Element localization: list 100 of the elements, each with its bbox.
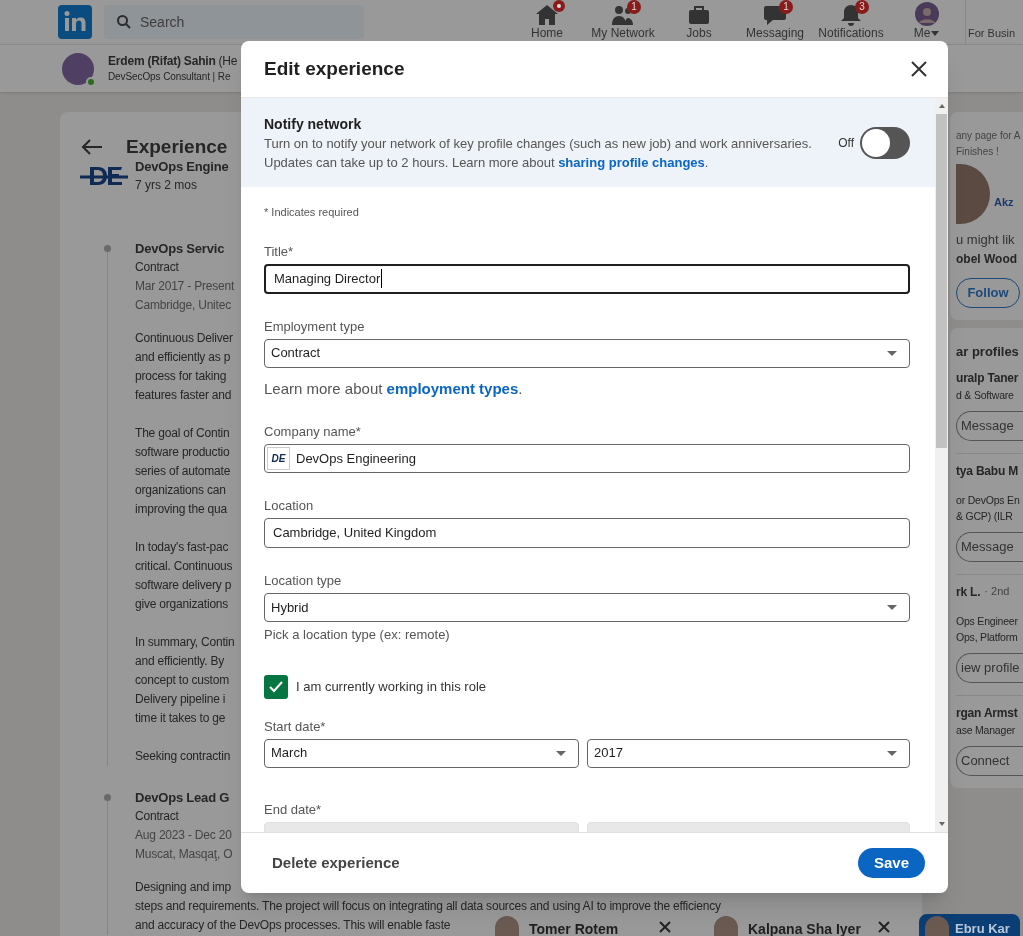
checkmark-icon bbox=[269, 680, 283, 693]
employment-type: Contract bbox=[135, 259, 179, 276]
back-arrow-icon[interactable] bbox=[80, 137, 104, 157]
save-button[interactable]: Save bbox=[857, 848, 925, 878]
company-logo-text: Akz bbox=[994, 194, 1014, 210]
profile-name: rgan Armst bbox=[956, 705, 1018, 722]
profile-name: uralp Taner bbox=[956, 370, 1019, 387]
home-icon bbox=[535, 4, 559, 26]
duration: 7 yrs 2 mos bbox=[135, 177, 198, 194]
role-location: Cambridge, Unitec bbox=[135, 297, 231, 314]
dropdown-caret-icon bbox=[887, 350, 897, 356]
dropdown-field[interactable]: Contract bbox=[264, 338, 910, 368]
close-icon[interactable] bbox=[877, 920, 891, 934]
notify-title: Notify network bbox=[264, 114, 363, 134]
description-line: software delivery p bbox=[135, 577, 232, 594]
description-line: Delivery pipeline i bbox=[135, 691, 226, 708]
chat-name: Ebru Kar bbox=[955, 920, 1010, 936]
description-line: and accuracy of the DevOps processes. This will enable faste bbox=[135, 917, 451, 934]
company-logo: DE bbox=[267, 447, 290, 470]
nav-item[interactable]: Home bbox=[509, 0, 585, 44]
dropdown-caret-icon bbox=[887, 750, 897, 756]
notification-badge: 3 bbox=[855, 0, 869, 14]
nav-item[interactable]: Notifications 3 bbox=[813, 0, 889, 44]
description-line: In summary, Contin bbox=[135, 634, 235, 651]
search-icon bbox=[116, 14, 132, 30]
search-field[interactable]: Search bbox=[104, 5, 364, 39]
role-location: Muscat, Masqaţ, O bbox=[135, 846, 233, 863]
description-line: and efficiently as p bbox=[135, 349, 231, 366]
scrollbar[interactable] bbox=[935, 98, 948, 832]
hint-text: Pick a location type (ex: remote) bbox=[264, 626, 451, 644]
chat-tab[interactable]: Ebru Kar bbox=[919, 914, 1020, 936]
description-line: and efficiently. By bbox=[135, 653, 225, 670]
field-label: Company name* bbox=[264, 423, 362, 441]
nav-item[interactable]: Jobs bbox=[661, 0, 737, 44]
scroll-up-icon[interactable] bbox=[937, 102, 946, 110]
profile-name: Erdem (Rifat) Sahin bbox=[108, 52, 216, 69]
description-line: concept to custom bbox=[135, 672, 229, 689]
profile-name: tya Babu M bbox=[956, 463, 1018, 480]
description-line: series of automate bbox=[135, 463, 231, 480]
description-line: The goal of Contin bbox=[135, 425, 230, 442]
close-icon[interactable] bbox=[658, 920, 672, 934]
bell-icon bbox=[839, 4, 863, 26]
text-field[interactable]: DE DevOps Engineering bbox=[264, 444, 910, 473]
nav-item[interactable]: My Network 1 bbox=[585, 0, 661, 44]
role-title: DevOps Servic bbox=[135, 240, 225, 258]
dropdown-caret-icon bbox=[556, 750, 566, 756]
link[interactable]: sharing profile changes bbox=[558, 154, 705, 170]
logo-icon[interactable] bbox=[58, 5, 92, 39]
description-line: give organizations bbox=[135, 596, 229, 613]
dialog-title: Edit experience bbox=[264, 56, 405, 81]
description-line: features faster and bbox=[135, 387, 232, 404]
section-title: Experience bbox=[126, 136, 228, 158]
pronouns: (He bbox=[218, 52, 238, 69]
employment-type: Contract bbox=[135, 808, 179, 825]
description-line: improving the qua bbox=[135, 501, 227, 518]
delete-button[interactable]: Delete experience bbox=[272, 851, 400, 875]
dropdown-caret-icon bbox=[887, 605, 897, 610]
close-icon[interactable] bbox=[910, 60, 928, 78]
profile-headline: ase Manager bbox=[956, 723, 1016, 738]
notification-badge: 1 bbox=[779, 0, 793, 14]
field-label: Title* bbox=[264, 242, 295, 261]
role-title: DevOps Lead G bbox=[135, 789, 230, 807]
role-dates: Mar 2017 - Present bbox=[135, 278, 235, 295]
nav-item[interactable]: For Busin bbox=[966, 0, 1023, 44]
avatar bbox=[714, 916, 738, 936]
notification-badge: 1 bbox=[627, 0, 641, 14]
field-label: Location bbox=[264, 497, 315, 515]
photo-placeholder bbox=[956, 164, 990, 224]
profile-headline: DevSecOps Consultant | Re bbox=[108, 69, 232, 84]
dropdown-field[interactable]: 2017 bbox=[587, 738, 910, 768]
description-line: Seeking contractin bbox=[135, 748, 231, 765]
avatar-icon bbox=[915, 2, 939, 26]
checkbox[interactable] bbox=[264, 674, 288, 699]
field-label: End date* bbox=[264, 800, 323, 819]
nav-item[interactable]: Messaging 1 bbox=[737, 0, 813, 44]
company-name: DevOps Engine bbox=[135, 158, 229, 176]
field-label: Employment type bbox=[264, 317, 366, 336]
field-label: Location type bbox=[264, 572, 343, 590]
dropdown-field[interactable]: Hybrid bbox=[264, 593, 910, 622]
notify-description: Turn on to notify your network of key profile changes (such as new job) and work anniversaries. Updates can take up to 2 hours. Learn more about sharing profile changes. bbox=[264, 134, 813, 172]
avatar bbox=[925, 916, 949, 936]
nav-item[interactable]: Me bbox=[889, 0, 965, 44]
people-icon bbox=[611, 4, 635, 26]
description-line: organizations can bbox=[135, 482, 226, 499]
text-field[interactable]: Cambridge, United Kingdom bbox=[264, 518, 910, 548]
description-line: In today's fast-pac bbox=[135, 539, 229, 556]
description-line: steps and requirements. The project will focus on integrating all data sources and using AI to improve the efficiency bbox=[135, 898, 721, 915]
help-text: Learn more about employment types. bbox=[264, 378, 524, 399]
dropdown-field[interactable]: March bbox=[264, 738, 579, 768]
profile-headline: Ops, Platform bbox=[956, 630, 1018, 645]
scroll-down-icon[interactable] bbox=[937, 820, 946, 828]
ad-text: u might lik bbox=[956, 231, 1015, 249]
checkbox-label: I am currently working in this role bbox=[296, 677, 486, 696]
profile-headline: & GCP) (ILR bbox=[956, 509, 1013, 524]
toggle-switch[interactable] bbox=[860, 126, 910, 159]
briefcase-icon bbox=[687, 4, 711, 26]
text-field[interactable]: Managing Director bbox=[264, 263, 910, 294]
scrollbar-thumb[interactable] bbox=[936, 114, 947, 448]
person-name: obel Wood bbox=[956, 250, 1018, 268]
ad-text: any page for A bbox=[956, 129, 1021, 143]
